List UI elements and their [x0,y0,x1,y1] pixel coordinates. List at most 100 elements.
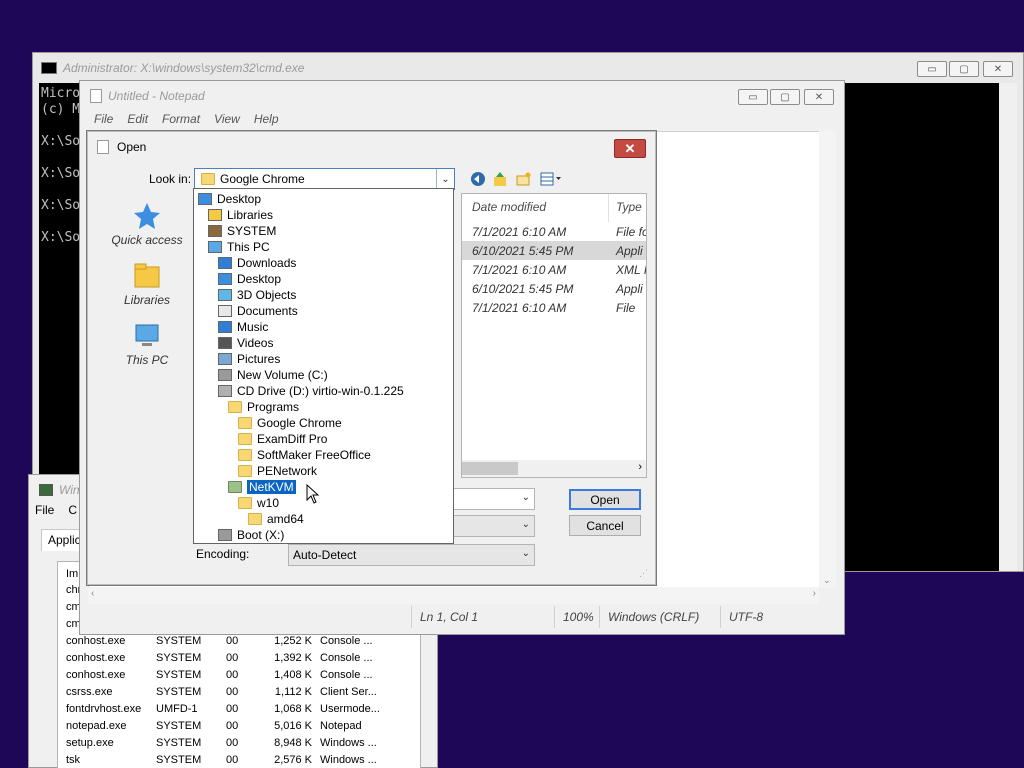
back-icon[interactable] [469,170,487,188]
file-list-horizontal-scrollbar[interactable]: › [462,460,646,477]
taskmgr-menu-other[interactable]: C [68,503,77,517]
tree-item[interactable]: Desktop [218,271,281,287]
tree-item[interactable]: Desktop [198,191,261,207]
tree-item-label: NetKVM [246,479,297,495]
process-row[interactable]: notepad.exe SYSTEM 00 5,016 K Notepad [66,720,384,737]
tree-item[interactable]: Boot (X:) [218,527,284,543]
place-this-pc[interactable]: This PC [97,321,197,381]
file-row[interactable]: 6/10/2021 5:45 PM Appli [462,241,646,260]
notepad-menu-edit[interactable]: Edit [127,112,148,126]
dialog-close-button[interactable]: ✕ [614,139,646,158]
place-libraries[interactable]: Libraries [97,261,197,321]
mouse-pointer-icon [306,484,320,504]
tree-item[interactable]: Libraries [208,207,273,223]
process-row[interactable]: conhost.exe SYSTEM 00 1,252 K Console ... [66,635,384,652]
notepad-menu-help[interactable]: Help [254,112,279,126]
view-menu-icon[interactable] [539,170,563,188]
notepad-close-button[interactable]: ✕ [804,89,834,105]
tree-item-label: Downloads [237,256,297,270]
tree-item[interactable]: New Volume (C:) [218,367,328,383]
tree-item[interactable]: This PC [208,239,270,255]
notepad-menu-file[interactable]: File [94,112,113,126]
taskmgr-menu-file[interactable]: File [35,503,54,517]
new-folder-icon[interactable] [515,170,533,188]
open-dialog-titlebar[interactable]: Open [87,131,656,163]
user-icon [208,225,222,237]
chevron-down-icon[interactable]: ⌄ [522,548,530,559]
file-list[interactable]: Date modified Type › 7/1/2021 6:10 AM Fil… [461,193,647,478]
process-row[interactable]: csrss.exe SYSTEM 00 1,112 K Client Ser... [66,686,384,703]
notepad-horizontal-scrollbar[interactable]: ‹ › [88,587,819,604]
open-button[interactable]: Open [569,489,641,510]
tree-item-label: Desktop [217,192,262,206]
process-row[interactable]: setup.exe SYSTEM 00 8,948 K Windows ... [66,737,384,754]
status-encoding: UTF-8 [720,606,820,628]
scroll-right-arrow-icon[interactable]: › [638,461,642,473]
tree-item[interactable]: NetKVM [228,479,297,495]
tree-item[interactable]: Programs [228,399,299,415]
notepad-vertical-scrollbar[interactable]: ⌄ [819,131,836,588]
scrollbar-thumb[interactable] [462,462,518,475]
chevron-down-icon[interactable]: ⌄ [522,519,530,530]
file-row[interactable]: 6/10/2021 5:45 PM Appli [462,279,646,298]
tree-item[interactable]: Documents [218,303,298,319]
notepad-titlebar[interactable]: Untitled - Notepad [80,81,844,111]
process-row[interactable]: fontdrvhost.exe UMFD-1 00 1,068 K Usermode..… [66,703,384,720]
tree-item[interactable]: w10 [238,495,279,511]
file-row[interactable]: 7/1/2021 6:10 AM File [462,298,646,317]
tree-item[interactable]: Pictures [218,351,280,367]
tree-item[interactable]: Videos [218,335,273,351]
notepad-menu-format[interactable]: Format [162,112,200,126]
cmd-titlebar[interactable]: Administrator: X:\windows\system32\cmd.e… [33,53,1023,83]
place-label: Libraries [123,293,171,307]
resize-grip-icon[interactable]: ⋰ [639,568,648,579]
chevron-down-icon[interactable]: ⌄ [436,169,454,189]
cmd-scrollbar[interactable] [999,83,1017,571]
process-row[interactable]: conhost.exe SYSTEM 00 1,392 K Console ... [66,652,384,669]
tree-item[interactable]: amd64 [248,511,304,527]
cmd-minimize-button[interactable]: ▭ [917,61,947,77]
tree-item[interactable]: CD Drive (D:) virtio-win-0.1.225 [218,383,404,399]
tree-item[interactable]: 3D Objects [218,287,296,303]
dialog-app-icon [97,140,109,154]
taskmgr-app-icon [39,484,53,496]
computer-icon [208,241,222,253]
cancel-button[interactable]: Cancel [569,515,641,536]
cmd-close-button[interactable]: ✕ [983,61,1013,77]
notepad-minimize-button[interactable]: ▭ [738,89,768,105]
tree-item[interactable]: SYSTEM [208,223,276,239]
process-mem: 5,016 K [274,720,312,732]
tree-item[interactable]: PENetwork [238,463,317,479]
scroll-left-arrow-icon[interactable]: ‹ [91,588,94,599]
process-row[interactable]: tsk SYSTEM 00 2,576 K Windows ... [66,754,384,768]
tree-item[interactable]: SoftMaker FreeOffice [238,447,371,463]
process-mem: 1,068 K [274,703,312,715]
tree-item[interactable]: ExamDiff Pro [238,431,327,447]
process-user: UMFD-1 [156,703,198,715]
file-row[interactable]: 7/1/2021 6:10 AM File fo [462,222,646,241]
place-quick-access[interactable]: Quick access [97,201,197,261]
process-mem: 1,112 K [274,686,312,698]
look-in-dropdown-list[interactable]: Desktop Libraries SYSTEM This PC Downloads De… [193,188,454,544]
process-cpu: 00 [226,703,239,715]
process-mem: 1,408 K [274,669,312,681]
file-row[interactable]: 7/1/2021 6:10 AM XML I [462,260,646,279]
column-header-date-modified[interactable]: Date modified [472,200,546,214]
look-in-combobox[interactable]: Google Chrome ⌄ [194,168,455,190]
tree-item[interactable]: Music [218,319,268,335]
scroll-right-arrow-icon[interactable]: › [813,588,816,599]
cmd-maximize-button[interactable]: ▢ [949,61,979,77]
chevron-down-icon[interactable]: ⌄ [522,492,530,503]
tree-item[interactable]: Google Chrome [238,415,342,431]
file-date: 6/10/2021 5:45 PM [472,244,574,258]
encoding-combobox[interactable]: Auto-Detect ⌄ [288,544,535,566]
tree-item[interactable]: Downloads [218,255,296,271]
process-row[interactable]: conhost.exe SYSTEM 00 1,408 K Console ... [66,669,384,686]
scroll-down-arrow-icon[interactable]: ⌄ [823,575,831,586]
notepad-menu-view[interactable]: View [214,112,240,126]
file-date: 7/1/2021 6:10 AM [472,225,567,239]
column-header-type[interactable]: Type [616,200,642,214]
up-folder-icon[interactable] [491,170,509,188]
process-name: conhost.exe [66,652,126,664]
notepad-maximize-button[interactable]: ▢ [770,89,800,105]
